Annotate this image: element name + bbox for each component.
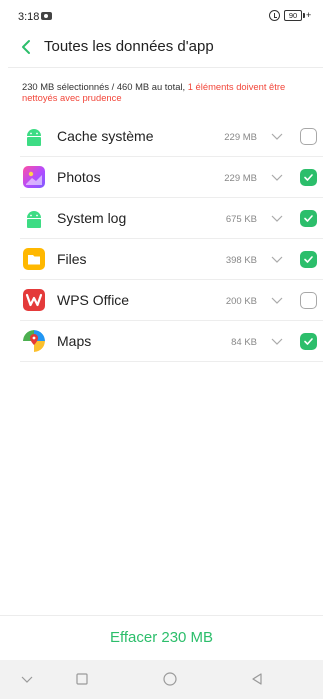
check-icon <box>304 174 313 181</box>
app-size: 398 KB <box>225 255 257 266</box>
files-icon <box>23 248 45 270</box>
chevron-down-icon[interactable] <box>270 170 284 184</box>
select-checkbox[interactable] <box>300 251 317 268</box>
header-divider <box>8 67 323 68</box>
app-size: 675 KB <box>225 214 257 225</box>
charging-indicator: + <box>306 10 312 20</box>
page-title: Toutes les données d'app <box>44 38 214 55</box>
list-item[interactable]: System log 675 KB <box>20 198 323 239</box>
app-name: System log <box>57 210 127 226</box>
status-bar: 3:18 90 + <box>0 0 323 28</box>
app-size: 84 KB <box>231 337 257 348</box>
app-size: 229 MB <box>224 132 257 143</box>
recents-icon[interactable] <box>75 672 89 686</box>
chevron-down-icon[interactable] <box>270 211 284 225</box>
select-checkbox[interactable] <box>300 210 317 227</box>
chevron-down-icon[interactable] <box>20 672 34 686</box>
check-icon <box>304 215 313 222</box>
back-arrow-icon[interactable] <box>20 39 34 55</box>
system-nav-bar <box>0 660 323 699</box>
list-item[interactable]: Files 398 KB <box>20 239 323 280</box>
wps-icon <box>23 289 45 311</box>
select-checkbox[interactable] <box>300 169 317 186</box>
selection-summary: 230 MB sélectionnés / 460 MB au total, 1… <box>22 81 308 103</box>
check-icon <box>304 256 313 263</box>
list-item[interactable]: WPS Office 200 KB <box>20 280 323 321</box>
chevron-down-icon[interactable] <box>270 293 284 307</box>
clear-button[interactable]: Effacer 230 MB <box>0 616 323 660</box>
list-item[interactable]: Cache système 229 MB <box>20 116 323 157</box>
battery-tip <box>303 13 305 18</box>
android-icon <box>23 125 45 147</box>
maps-icon <box>23 330 45 352</box>
select-checkbox[interactable] <box>300 292 317 309</box>
app-size: 229 MB <box>224 173 257 184</box>
app-name: Files <box>57 251 87 267</box>
list-item[interactable]: Photos 229 MB <box>20 157 323 198</box>
summary-text: 230 MB sélectionnés / 460 MB au total, <box>22 81 188 92</box>
chevron-down-icon[interactable] <box>270 334 284 348</box>
photos-icon <box>23 166 45 188</box>
row-divider <box>20 361 323 362</box>
app-name: Cache système <box>57 128 154 144</box>
app-name: Photos <box>57 169 101 185</box>
home-icon[interactable] <box>162 672 178 688</box>
alarm-icon <box>269 10 280 21</box>
chevron-down-icon[interactable] <box>270 129 284 143</box>
status-time: 3:18 <box>18 11 40 23</box>
app-size: 200 KB <box>225 296 257 307</box>
back-icon[interactable] <box>250 672 264 686</box>
select-checkbox[interactable] <box>300 333 317 350</box>
android-icon <box>23 207 45 229</box>
battery-icon: 90 <box>284 10 302 21</box>
check-icon <box>304 338 313 345</box>
list-item[interactable]: Maps 84 KB <box>20 321 323 362</box>
photo-notification-icon <box>41 12 52 20</box>
select-checkbox[interactable] <box>300 128 317 145</box>
chevron-down-icon[interactable] <box>270 252 284 266</box>
header: Toutes les données d'app <box>0 28 323 66</box>
app-name: WPS Office <box>57 292 130 308</box>
app-name: Maps <box>57 333 92 349</box>
